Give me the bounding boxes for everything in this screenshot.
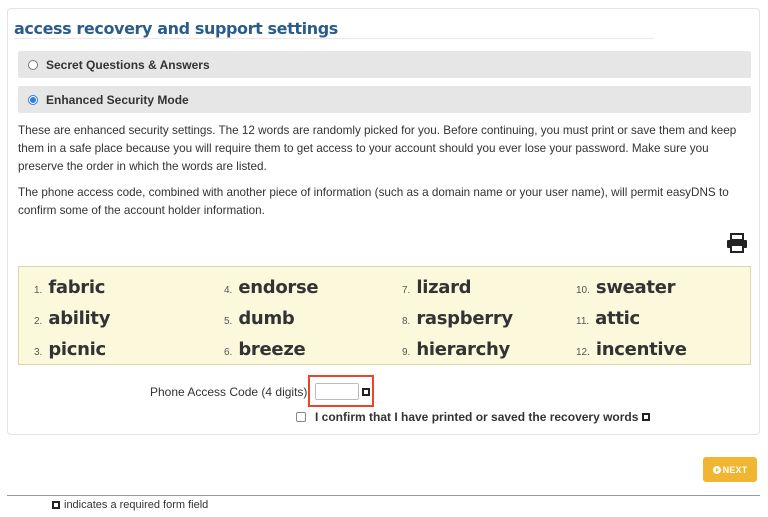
phone-access-code-input[interactable] <box>315 383 359 400</box>
recovery-word: 6. breeze <box>224 339 306 360</box>
arrow-right-icon <box>712 465 721 474</box>
option-label: Secret Questions & Answers <box>46 57 210 72</box>
recovery-word: 1. fabric <box>34 277 106 298</box>
recovery-word: 2. ability <box>34 308 111 329</box>
recovery-word: 5. dumb <box>224 308 295 329</box>
footer-note: indicates a required form field <box>52 499 208 511</box>
next-button-label: NEXT <box>722 464 748 475</box>
settings-panel: access recovery and support settings Sec… <box>7 8 760 435</box>
enhanced-security-radio[interactable] <box>28 94 38 105</box>
required-icon <box>52 501 60 509</box>
recovery-word: 4. endorse <box>224 277 319 298</box>
confirm-label[interactable]: I confirm that I have printed or saved t… <box>315 410 638 424</box>
recovery-words-box: 1. fabric 2. ability 3. picnic 4. endorse 5.… <box>18 266 751 365</box>
page-title: access recovery and support settings <box>14 19 338 38</box>
title-divider <box>14 38 654 39</box>
recovery-word: 7. lizard <box>402 277 472 298</box>
option-enhanced-security[interactable]: Enhanced Security Mode <box>18 86 751 113</box>
next-button[interactable]: NEXT <box>703 457 757 482</box>
option-secret-questions[interactable]: Secret Questions & Answers <box>18 51 751 78</box>
option-label: Enhanced Security Mode <box>46 92 189 107</box>
recovery-word: 10. sweater <box>576 277 676 298</box>
confirm-checkbox[interactable] <box>296 412 306 422</box>
printer-icon[interactable] <box>726 233 748 253</box>
recovery-word: 8. raspberry <box>402 308 513 329</box>
recovery-word: 11. attic <box>576 308 640 329</box>
recovery-word: 9. hierarchy <box>402 339 510 360</box>
phone-access-code-label: Phone Access Code (4 digits): <box>150 385 311 399</box>
recovery-word: 12. incentive <box>576 339 687 360</box>
phone-access-code-highlight <box>308 375 374 407</box>
enhanced-security-description: These are enhanced security settings. Th… <box>18 124 737 173</box>
phone-code-description: The phone access code, combined with ano… <box>18 186 729 217</box>
confirm-row: I confirm that I have printed or saved t… <box>296 410 651 424</box>
recovery-word: 3. picnic <box>34 339 106 360</box>
footer-note-text: indicates a required form field <box>64 499 209 511</box>
required-icon <box>642 413 651 421</box>
secret-questions-radio[interactable] <box>28 59 38 70</box>
required-icon <box>362 388 370 396</box>
footer-divider <box>7 495 760 496</box>
